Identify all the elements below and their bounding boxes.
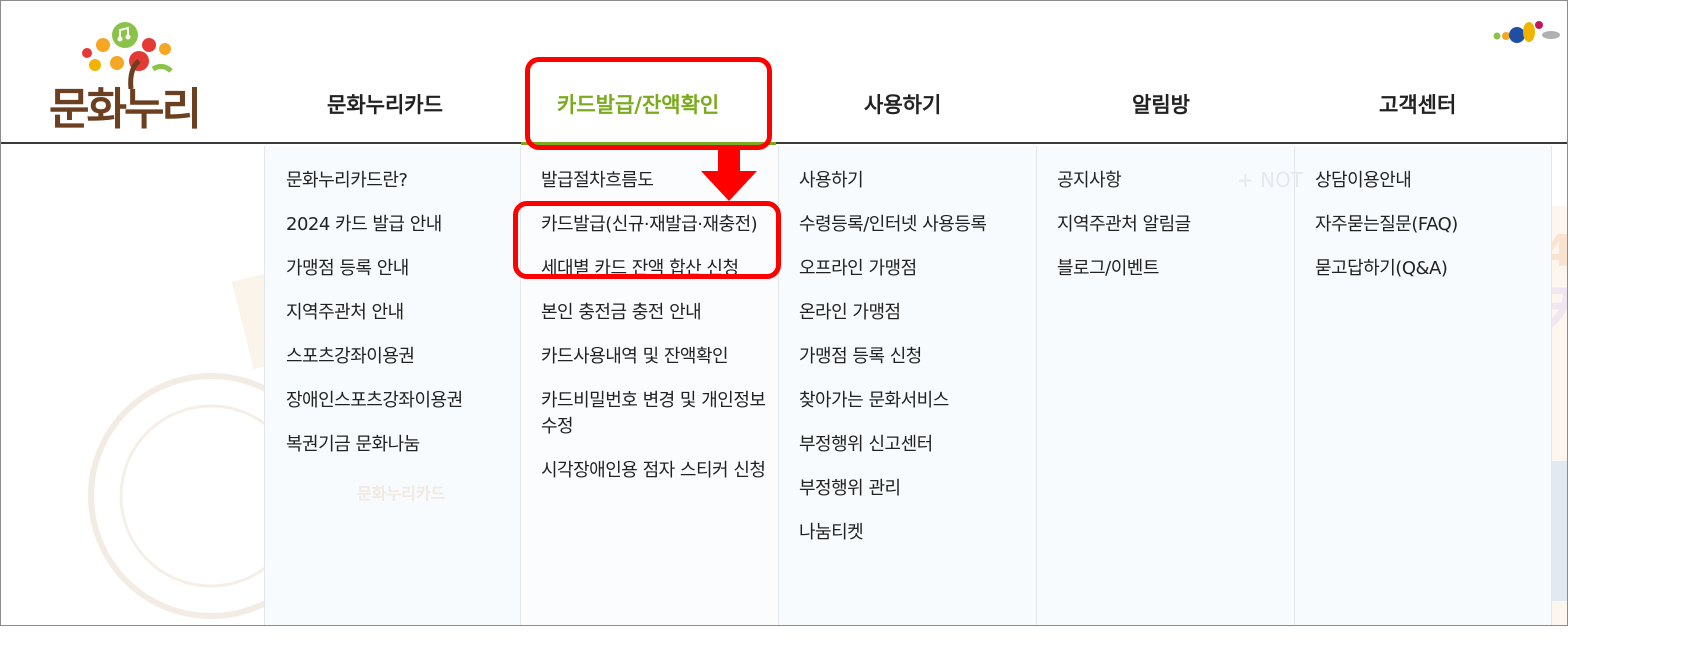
- submenu-item[interactable]: 공지사항: [1057, 168, 1289, 194]
- submenu-item[interactable]: 가맹점 등록 안내: [286, 256, 516, 282]
- submenu-item[interactable]: 부정행위 관리: [799, 476, 1031, 502]
- submenu-item[interactable]: 사용하기: [799, 168, 1031, 194]
- nav-item-card[interactable]: 문화누리카드: [327, 89, 443, 119]
- submenu-item[interactable]: 카드사용내역 및 잔액확인: [541, 344, 773, 370]
- nav-item-notice[interactable]: 알림방: [1132, 89, 1190, 119]
- submenu-customer-center: 상담이용안내 자주묻는질문(FAQ) 묻고답하기(Q&A): [1315, 168, 1547, 300]
- submenu-item[interactable]: 문화누리카드란?: [286, 168, 516, 194]
- nav-item-usage[interactable]: 사용하기: [864, 89, 941, 119]
- highlight-box-nav: [525, 57, 772, 150]
- submenu-item[interactable]: 나눔티켓: [799, 520, 1031, 546]
- logo-text: 문화누리: [49, 84, 202, 135]
- submenu-card: 문화누리카드란? 2024 카드 발급 안내 가맹점 등록 안내 지역주관처 안…: [286, 168, 516, 476]
- submenu-item[interactable]: 지역주관처 알림글: [1057, 212, 1289, 238]
- submenu-item[interactable]: 상담이용안내: [1315, 168, 1547, 194]
- submenu-item[interactable]: 복권기금 문화나눔: [286, 432, 516, 458]
- submenu-item[interactable]: 자주묻는질문(FAQ): [1315, 212, 1547, 238]
- nav-item-customer-center[interactable]: 고객센터: [1379, 89, 1456, 119]
- submenu-usage: 사용하기 수령등록/인터넷 사용등록 오프라인 가맹점 온라인 가맹점 가맹점 …: [799, 168, 1031, 564]
- submenu-item[interactable]: 온라인 가맹점: [799, 300, 1031, 326]
- submenu-item[interactable]: 지역주관처 안내: [286, 300, 516, 326]
- submenu-item[interactable]: 가맹점 등록 신청: [799, 344, 1031, 370]
- submenu-item[interactable]: 묻고답하기(Q&A): [1315, 256, 1547, 282]
- submenu-item[interactable]: 본인 충전금 충전 안내: [541, 300, 773, 326]
- background-ghost-label: 문화누리카드: [357, 484, 446, 503]
- submenu-item[interactable]: 카드비밀번호 변경 및 개인정보수정: [541, 388, 773, 440]
- partner-logo-icon: [1493, 21, 1560, 43]
- submenu-item[interactable]: 오프라인 가맹점: [799, 256, 1031, 282]
- site-logo[interactable]: 문화누리: [41, 19, 231, 135]
- arrow-down-icon: [701, 147, 757, 201]
- header: 문화누리 문화누리카드 카드발급/잔액확인 사용하기 알림방 고객센터: [1, 1, 1567, 145]
- submenu-item[interactable]: 블로그/이벤트: [1057, 256, 1289, 282]
- highlight-box-submenu: [513, 201, 781, 279]
- submenu-item[interactable]: 2024 카드 발급 안내: [286, 212, 516, 238]
- mega-menu: 문화누리카 2024 문화누리카드 + NOT 문화누리카드란? 2024 카드…: [1, 146, 1567, 625]
- submenu-item[interactable]: 부정행위 신고센터: [799, 432, 1031, 458]
- submenu-item[interactable]: 수령등록/인터넷 사용등록: [799, 212, 1031, 238]
- submenu-notice: 공지사항 지역주관처 알림글 블로그/이벤트: [1057, 168, 1289, 300]
- submenu-item[interactable]: 장애인스포츠강좌이용권: [286, 388, 516, 414]
- submenu-item[interactable]: 찾아가는 문화서비스: [799, 388, 1031, 414]
- submenu-item[interactable]: 시각장애인용 점자 스티커 신청: [541, 458, 773, 484]
- page-frame: 문화누리 문화누리카드 카드발급/잔액확인 사용하기 알림방 고객센터 문화누리…: [0, 0, 1568, 626]
- submenu-item[interactable]: 스포츠강좌이용권: [286, 344, 516, 370]
